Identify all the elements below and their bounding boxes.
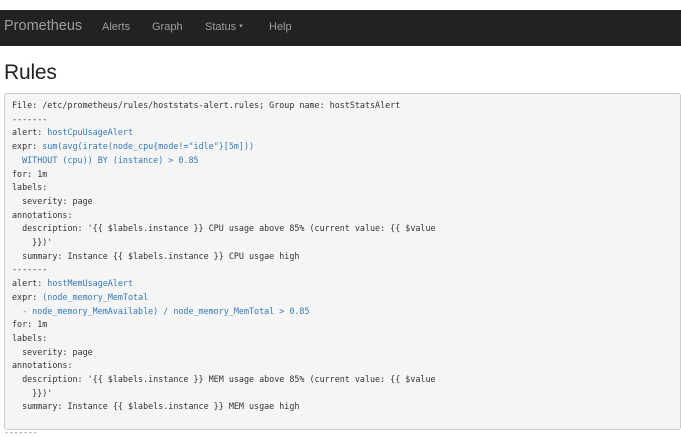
top-navbar: Prometheus Alerts Graph Status ▾ Help — [0, 10, 681, 46]
rule-separator: ------- — [12, 113, 48, 124]
next-rule-fragment: ------- — [4, 432, 64, 437]
severity-line: severity: page — [12, 195, 93, 206]
labels-line: labels: — [12, 182, 48, 193]
nav-alerts-link[interactable]: Alerts — [102, 21, 130, 33]
nav-status-label: Status — [205, 21, 237, 33]
nav-graph-link[interactable]: Graph — [152, 21, 183, 33]
description-line-continuation: }})' — [12, 387, 53, 398]
severity-line: severity: page — [12, 346, 93, 357]
expr-link[interactable]: sum(avg(irate(node_cpu{mode!="idle"}[5m]… — [42, 141, 254, 151]
alert-key: alert: — [12, 127, 48, 138]
rule-file-line: File: /etc/prometheus/rules/hoststats-al… — [12, 100, 401, 110]
nav-status-dropdown[interactable]: Status ▾ — [205, 21, 243, 33]
description-line: description: '{{ $labels.instance }} CPU… — [12, 223, 436, 234]
annotations-line: annotations: — [12, 209, 73, 220]
rules-panel: File: /etc/prometheus/rules/hoststats-al… — [4, 93, 681, 430]
expr-key: expr: — [12, 291, 43, 302]
chevron-down-icon: ▾ — [239, 23, 243, 30]
summary-line: summary: Instance {{ $labels.instance }}… — [12, 401, 300, 412]
description-line-continuation: }})' — [12, 237, 53, 248]
expr-link-continuation[interactable]: - node_memory_MemAvailable) / node_memor… — [12, 306, 309, 316]
page-title: Rules — [4, 61, 57, 84]
rule-separator: ------- — [12, 264, 48, 275]
next-rule-separator: ------- — [4, 432, 38, 437]
labels-line: labels: — [12, 332, 48, 343]
summary-line: summary: Instance {{ $labels.instance }}… — [12, 250, 300, 261]
expr-key: expr: — [12, 141, 43, 152]
alert-name-link[interactable]: hostCpuUsageAlert — [47, 127, 133, 137]
for-line: for: 1m — [12, 319, 48, 330]
brand-link[interactable]: Prometheus — [4, 18, 82, 34]
alert-key: alert: — [12, 278, 48, 289]
rules-text: File: /etc/prometheus/rules/hoststats-al… — [12, 99, 436, 414]
nav-help-link[interactable]: Help — [269, 21, 292, 33]
expr-link-continuation[interactable]: WITHOUT (cpu)) BY (instance) > 0.85 — [12, 155, 198, 165]
alert-name-link[interactable]: hostMemUsageAlert — [47, 278, 133, 288]
for-line: for: 1m — [12, 168, 48, 179]
annotations-line: annotations: — [12, 360, 73, 371]
expr-link[interactable]: (node_memory_MemTotal — [42, 292, 148, 302]
description-line: description: '{{ $labels.instance }} MEM… — [12, 374, 436, 385]
